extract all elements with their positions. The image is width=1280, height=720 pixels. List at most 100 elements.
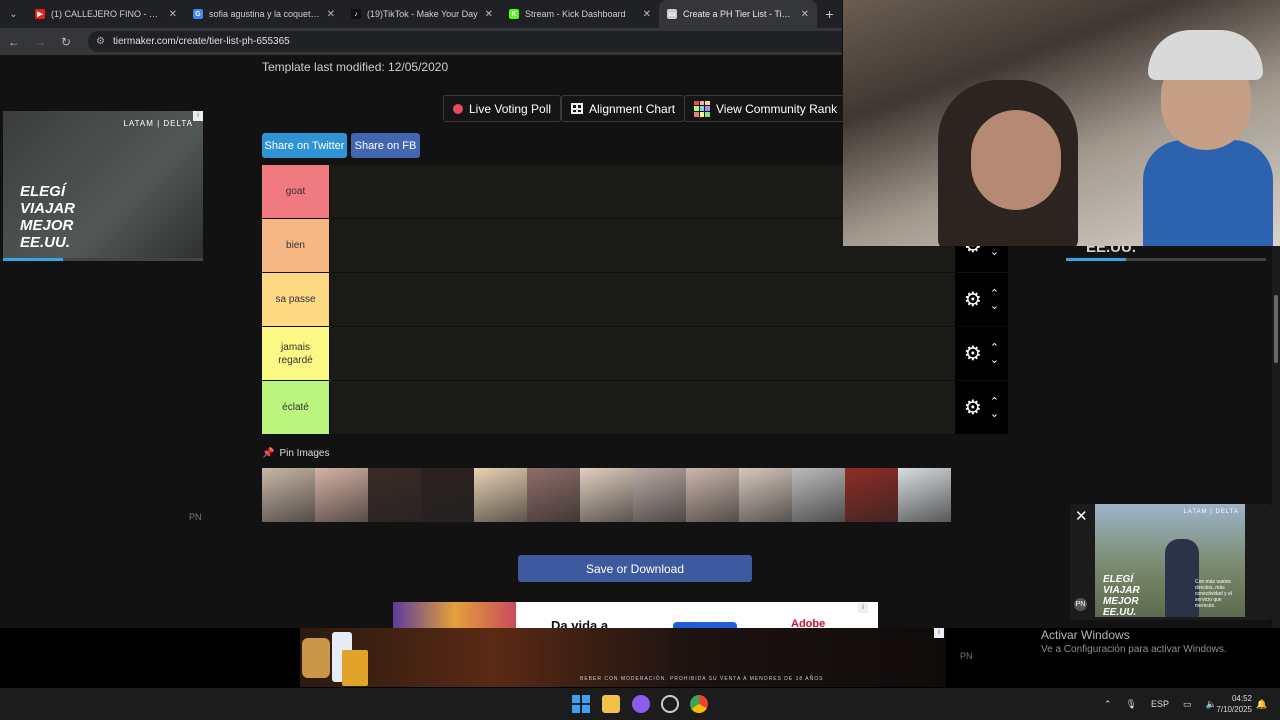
gear-icon[interactable]: ⚙ xyxy=(964,287,982,312)
chrome-icon[interactable] xyxy=(690,695,708,713)
browser-tab[interactable]: K Stream - Kick Dashboard ✕ xyxy=(501,0,659,28)
ad-info-icon[interactable]: i xyxy=(193,111,203,121)
close-icon[interactable]: ✕ xyxy=(1075,507,1088,525)
ad-middle-text: Da vida a xyxy=(551,618,609,628)
tier-grid-icon xyxy=(694,100,710,117)
ad-burger-image xyxy=(302,638,330,678)
tab-close-icon[interactable]: ✕ xyxy=(169,9,177,20)
tier-item-image[interactable] xyxy=(527,468,580,522)
gear-icon[interactable]: ⚙ xyxy=(964,341,982,366)
tier-item-image[interactable] xyxy=(368,468,421,522)
tab-title: (19)TikTok - Make Your Day xyxy=(366,9,478,19)
tier-drop-zone[interactable] xyxy=(329,381,955,434)
ad-info-icon[interactable]: i xyxy=(858,603,868,613)
language-indicator[interactable]: ESP xyxy=(1151,699,1169,709)
ad-popup-image[interactable]: LATAM | DELTA ELEGÍ VIAJAR MEJOR EE.UU. … xyxy=(1095,504,1245,617)
browser-tab[interactable]: ▶ (1) CALLEJERO FINO - 😂 CHETO ✕ xyxy=(27,0,185,28)
ad-popup-slogan: ELEGÍ VIAJAR MEJOR EE.UU. xyxy=(1103,574,1140,617)
pn-badge-icon: PN xyxy=(1074,598,1087,611)
ad-person-figure xyxy=(1165,539,1199,617)
network-icon[interactable]: ▭ xyxy=(1183,699,1192,710)
tab-favicon-icon: ▭ xyxy=(666,9,677,19)
ad-info-icon[interactable]: i xyxy=(934,628,944,638)
url-field[interactable]: ⚙ tiermaker.com/create/tier-list-ph-6553… xyxy=(88,31,842,52)
tier-item-image[interactable] xyxy=(474,468,527,522)
live-voting-poll-label: Live Voting Poll xyxy=(469,101,552,116)
ad-legal-text: BEBER CON MODERACIÓN. PROHIBIDA SU VENTA… xyxy=(580,676,824,682)
image-pool xyxy=(262,468,951,522)
tier-label[interactable]: goat xyxy=(262,165,329,218)
tier-item-image[interactable] xyxy=(686,468,739,522)
activate-windows-watermark: Activar Windows Ve a Configuración para … xyxy=(1041,628,1227,655)
ad-popup-video[interactable]: ✕ LATAM | DELTA ELEGÍ VIAJAR MEJOR EE.UU… xyxy=(1070,504,1272,620)
address-bar-row: ← → ↻ ⚙ tiermaker.com/create/tier-list-p… xyxy=(0,28,842,55)
back-icon[interactable]: ← xyxy=(6,35,22,49)
chevron-down-icon[interactable]: ⌄ xyxy=(990,354,999,366)
new-tab-button[interactable]: + xyxy=(817,6,842,22)
ad-right-progress xyxy=(1066,258,1266,261)
tier-item-image[interactable] xyxy=(898,468,951,522)
tab-close-icon[interactable]: ✕ xyxy=(801,9,809,20)
ad-left-video[interactable]: LATAM | DELTA ELEGÍ VIAJAR MEJOR EE.UU. … xyxy=(3,111,203,261)
chevron-up-icon[interactable]: ⌃ xyxy=(990,396,999,408)
gear-icon[interactable]: ⚙ xyxy=(964,395,982,420)
chevron-down-icon[interactable]: ⌄ xyxy=(990,246,999,258)
tier-item-image[interactable] xyxy=(739,468,792,522)
site-info-icon[interactable]: ⚙ xyxy=(96,36,105,47)
share-fb-button[interactable]: Share on FB xyxy=(351,133,420,158)
tier-item-image[interactable] xyxy=(315,468,368,522)
share-twitter-button[interactable]: Share on Twitter xyxy=(262,133,347,158)
tab-favicon-icon: G xyxy=(192,9,203,19)
chevron-down-icon[interactable]: ⌄ xyxy=(990,300,999,312)
tier-item-image[interactable] xyxy=(421,468,474,522)
tab-close-icon[interactable]: ✕ xyxy=(327,9,335,20)
tier-item-image[interactable] xyxy=(633,468,686,522)
tier-item-image[interactable] xyxy=(792,468,845,522)
tier-item-image[interactable] xyxy=(845,468,898,522)
ad-middle-banner[interactable]: Da vida a Adobe i xyxy=(393,602,878,628)
grid-icon xyxy=(571,103,583,114)
activate-subtitle: Ve a Configuración para activar Windows. xyxy=(1041,644,1227,655)
chevron-down-icon[interactable]: ⌄ xyxy=(990,408,999,420)
forward-icon[interactable]: → xyxy=(32,35,48,49)
file-explorer-icon[interactable] xyxy=(602,695,620,713)
pin-images-toggle[interactable]: 📌 Pin Images xyxy=(262,448,329,459)
pin-images-label: Pin Images xyxy=(279,448,330,459)
save-download-button[interactable]: Save or Download xyxy=(518,555,752,582)
tab-close-icon[interactable]: ✕ xyxy=(643,9,651,20)
ad-brand: LATAM | DELTA xyxy=(123,119,193,128)
alignment-chart-button[interactable]: Alignment Chart xyxy=(561,95,686,122)
browser-tab[interactable]: ♪ (19)TikTok - Make Your Day ✕ xyxy=(343,0,501,28)
app-icon[interactable] xyxy=(661,695,679,713)
tab-search-icon[interactable]: ⌄ xyxy=(0,0,27,28)
tier-item-image[interactable] xyxy=(262,468,315,522)
tier-item-image[interactable] xyxy=(580,468,633,522)
ad-beer-glass-image xyxy=(342,650,368,686)
tier-label[interactable]: sa passe xyxy=(262,273,329,326)
chevron-up-icon[interactable]: ⌃ xyxy=(990,288,999,300)
url-text: tiermaker.com/create/tier-list-ph-655365 xyxy=(112,36,290,47)
reload-icon[interactable]: ↻ xyxy=(58,35,74,49)
activate-title: Activar Windows xyxy=(1041,628,1130,642)
view-community-rank-button[interactable]: View Community Rank xyxy=(684,95,848,122)
tab-close-icon[interactable]: ✕ xyxy=(485,9,493,20)
ad-bottom-banner[interactable]: BEBER CON MODERACIÓN. PROHIBIDA SU VENTA… xyxy=(300,628,946,687)
person-right-body xyxy=(1143,140,1273,246)
tier-label[interactable]: bien xyxy=(262,219,329,272)
tab-title: Create a PH Tier List - TierMaker xyxy=(682,9,795,19)
chevron-up-icon[interactable]: ⌃ xyxy=(1104,699,1112,710)
tier-controls: ⚙ ⌃⌄ xyxy=(955,327,1008,380)
windows-start-icon[interactable] xyxy=(572,695,590,713)
obs-icon[interactable] xyxy=(632,695,650,713)
tier-drop-zone[interactable] xyxy=(329,327,955,380)
tier-label[interactable]: éclaté xyxy=(262,381,329,434)
notification-bell-icon[interactable]: 🔔 xyxy=(1256,688,1267,720)
tier-drop-zone[interactable] xyxy=(329,273,955,326)
browser-tab[interactable]: ▭ Create a PH Tier List - TierMaker ✕ xyxy=(658,0,817,28)
clock[interactable]: 04:52 7/10/2025 xyxy=(1212,693,1252,715)
live-voting-poll-button[interactable]: Live Voting Poll xyxy=(443,95,562,122)
tier-label[interactable]: jamais regardé xyxy=(262,327,329,380)
browser-tab[interactable]: Gsofia agustina y la coqueta - Bu ✕ xyxy=(185,0,343,28)
chevron-up-icon[interactable]: ⌃ xyxy=(990,342,999,354)
microphone-icon[interactable]: 🎙 xyxy=(1126,699,1137,710)
